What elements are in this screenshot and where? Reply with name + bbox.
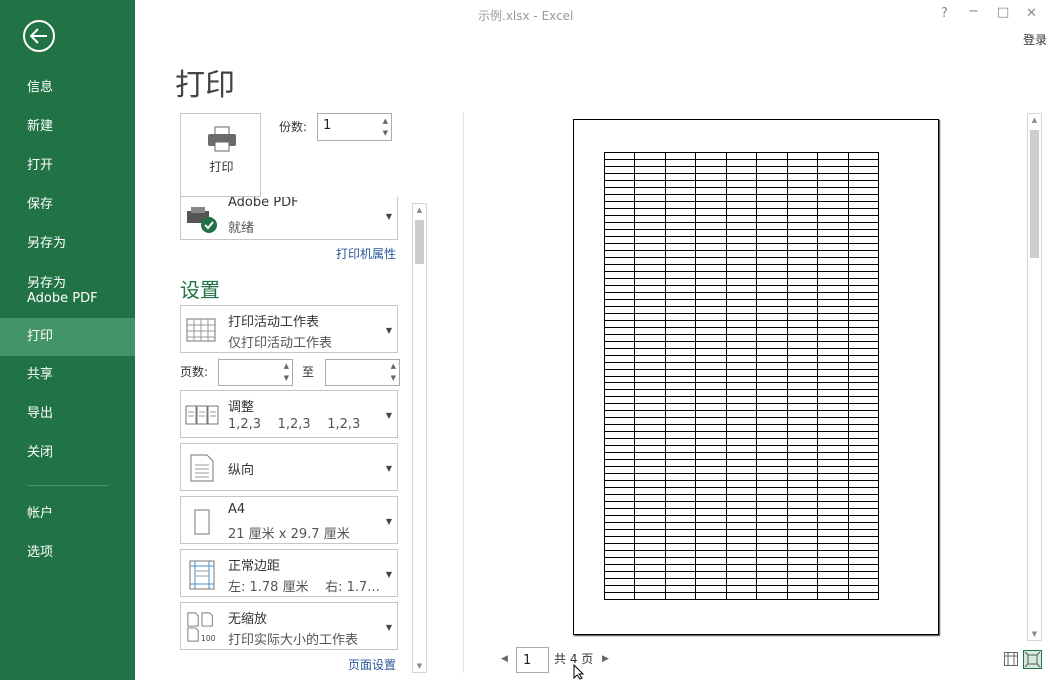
chevron-down-icon: ▼: [385, 464, 392, 473]
maximize-button[interactable]: □: [997, 5, 1009, 20]
no-scaling-icon: 100: [187, 612, 216, 643]
chevron-down-icon: ▼: [385, 517, 392, 526]
setting-line1: 调整: [228, 400, 255, 415]
paper-size-icon: [194, 509, 210, 535]
spin-up-icon[interactable]: ▲: [383, 117, 388, 125]
mouse-cursor-icon: [573, 664, 585, 680]
printer-icon: [208, 126, 236, 152]
show-margins-button[interactable]: [1003, 651, 1019, 667]
spin-up-icon[interactable]: ▲: [391, 362, 396, 370]
svg-text:100: 100: [201, 634, 216, 643]
setting-line2: 打印实际大小的工作表: [228, 633, 359, 648]
spreadsheet-grid-preview: [604, 152, 879, 600]
nav-save-as-adobe-pdf[interactable]: 另存为 Adobe PDF: [0, 273, 115, 311]
copies-stepper[interactable]: 1 ▲ ▼: [317, 113, 392, 141]
zoom-to-page-button[interactable]: [1023, 650, 1042, 669]
margins-dropdown[interactable]: 正常边距 左: 1.78 厘米 右: 1.7... ▼: [180, 549, 398, 597]
chevron-down-icon: ▼: [385, 570, 392, 579]
show-margins-icon: [1004, 652, 1018, 666]
scroll-thumb[interactable]: [1030, 130, 1039, 258]
current-page-value: 1: [523, 653, 532, 668]
setting-line2: 1,2,3 1,2,3 1,2,3: [228, 417, 361, 432]
copies-value: 1: [323, 118, 332, 133]
nav-open[interactable]: 打开: [0, 147, 135, 185]
current-page-input[interactable]: 1: [516, 647, 549, 673]
collate-icon: [185, 405, 219, 425]
chevron-down-icon: ▼: [385, 326, 392, 335]
print-what-dropdown[interactable]: 打印活动工作表 仅打印活动工作表 ▼: [180, 305, 398, 353]
setting-line2: 21 厘米 x 29.7 厘米: [228, 527, 350, 542]
print-button[interactable]: 打印: [180, 113, 261, 197]
nav-save-as[interactable]: 另存为: [0, 225, 135, 263]
nav-close[interactable]: 关闭: [0, 434, 135, 472]
scaling-dropdown[interactable]: 100 无缩放 打印实际大小的工作表 ▼: [180, 602, 398, 650]
panel-divider: [463, 113, 464, 673]
page-from-stepper[interactable]: ▲ ▼: [218, 359, 293, 386]
window-title: 示例.xlsx - Excel: [478, 9, 574, 23]
nav-print[interactable]: 打印: [0, 318, 135, 356]
print-button-label: 打印: [209, 160, 234, 174]
nav-options[interactable]: 选项: [0, 534, 135, 572]
pages-label: 页数:: [180, 365, 209, 379]
nav-account[interactable]: 帐户: [0, 495, 135, 533]
sheet-grid-icon: [186, 318, 216, 342]
scroll-down-icon[interactable]: ▼: [1028, 630, 1041, 638]
orientation-dropdown[interactable]: 纵向 ▼: [180, 443, 398, 491]
close-button[interactable]: ✕: [1026, 6, 1037, 21]
spin-down-icon[interactable]: ▼: [284, 374, 289, 382]
setting-line1: 无缩放: [228, 612, 268, 627]
chevron-down-icon: ▼: [385, 411, 392, 420]
chevron-down-icon: ▼: [385, 212, 392, 221]
zoom-to-page-icon: [1024, 651, 1041, 668]
setting-line2: 左: 1.78 厘米 右: 1.7...: [228, 580, 380, 595]
nav-new[interactable]: 新建: [0, 108, 135, 146]
setting-line1: 打印活动工作表: [228, 315, 320, 330]
spin-up-icon[interactable]: ▲: [284, 362, 289, 370]
prev-page-icon[interactable]: ◀: [501, 654, 508, 664]
print-settings-panel: Adobe PDF 就绪 ▼ 打印机属性 设置 打印活动工作表 仅打印活动工作表…: [178, 197, 410, 675]
page-to-stepper[interactable]: ▲ ▼: [325, 359, 400, 386]
scroll-up-icon[interactable]: ▲: [413, 206, 426, 214]
setting-line2: 仅打印活动工作表: [228, 336, 333, 351]
printer-status: 就绪: [228, 221, 255, 236]
margins-icon: [189, 560, 215, 590]
page-setup-link[interactable]: 页面设置: [348, 656, 396, 673]
print-preview-page: [573, 119, 939, 635]
pages-to-label: 至: [302, 365, 315, 379]
copies-label: 份数:: [279, 120, 308, 134]
preview-scrollbar[interactable]: ▲ ▼: [1027, 113, 1042, 641]
portrait-icon: [190, 454, 214, 482]
nav-info[interactable]: 信息: [0, 69, 135, 107]
nav-save[interactable]: 保存: [0, 186, 135, 224]
backstage-sidebar: 信息 新建 打开 保存 另存为 另存为 Adobe PDF 打印 共享 导出 关…: [0, 0, 135, 680]
printer-ready-icon: [187, 207, 217, 233]
spin-down-icon[interactable]: ▼: [383, 129, 388, 137]
setting-line1: A4: [228, 502, 246, 517]
printer-dropdown[interactable]: Adobe PDF 就绪 ▼: [180, 197, 398, 240]
collate-dropdown[interactable]: 调整 1,2,3 1,2,3 1,2,3 ▼: [180, 390, 398, 438]
page-title: 打印: [175, 68, 235, 103]
help-button[interactable]: ?: [941, 6, 948, 21]
spin-down-icon[interactable]: ▼: [391, 374, 396, 382]
setting-line1: 纵向: [228, 463, 255, 478]
printer-name: Adobe PDF: [228, 197, 299, 210]
scroll-down-icon[interactable]: ▼: [413, 662, 426, 670]
back-arrow-icon[interactable]: [23, 20, 55, 52]
login-link[interactable]: 登录: [1023, 31, 1047, 48]
paper-size-dropdown[interactable]: A4 21 厘米 x 29.7 厘米 ▼: [180, 496, 398, 544]
scroll-up-icon[interactable]: ▲: [1028, 116, 1041, 124]
nav-export[interactable]: 导出: [0, 395, 135, 433]
settings-title: 设置: [180, 278, 220, 302]
chevron-down-icon: ▼: [385, 623, 392, 632]
scroll-thumb[interactable]: [415, 220, 424, 264]
minimize-button[interactable]: −: [968, 4, 979, 19]
printer-properties-link[interactable]: 打印机属性: [336, 245, 396, 262]
settings-scrollbar[interactable]: ▲ ▼: [412, 203, 427, 673]
nav-divider: [27, 485, 109, 486]
setting-line1: 正常边距: [228, 559, 281, 574]
nav-share[interactable]: 共享: [0, 356, 135, 394]
next-page-icon[interactable]: ▶: [602, 654, 609, 664]
